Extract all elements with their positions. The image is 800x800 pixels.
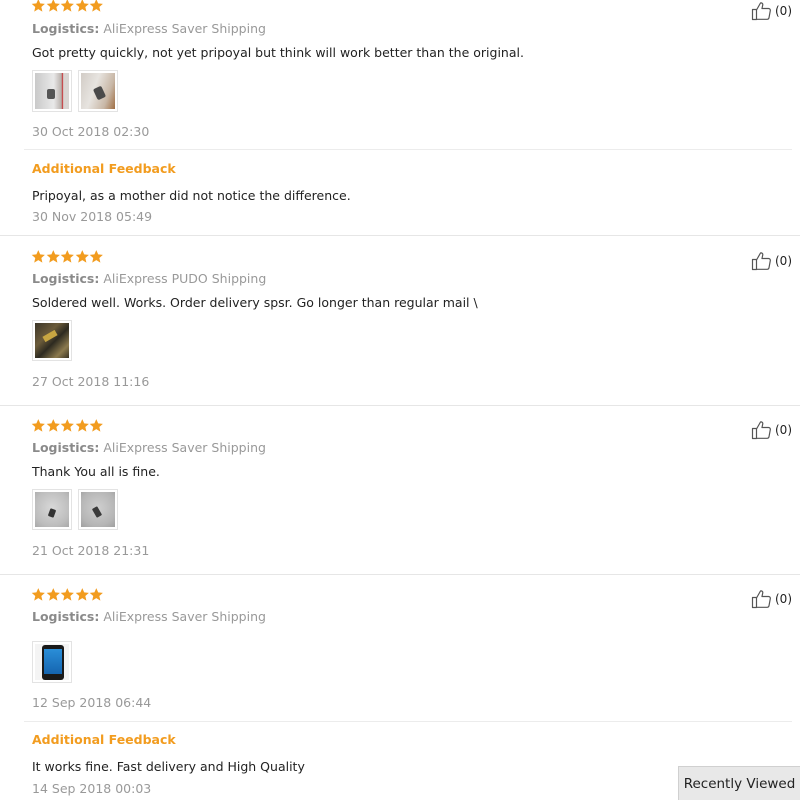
star-icon <box>90 588 104 601</box>
star-icon <box>60 250 75 263</box>
review-photos <box>32 70 118 112</box>
star-icon <box>75 419 89 432</box>
star-icon <box>75 0 89 12</box>
logistics-value: AliExpress PUDO Shipping <box>103 271 267 286</box>
logistics-label: Logistics: <box>32 271 100 286</box>
helpful-count: (0) <box>775 4 792 18</box>
helpful-button[interactable]: (0) <box>751 420 792 440</box>
helpful-count: (0) <box>775 592 792 606</box>
logistics-info: Logistics: AliExpress Saver Shipping <box>32 609 266 624</box>
logistics-info: Logistics: AliExpress Saver Shipping <box>32 440 266 455</box>
star-icon <box>75 250 89 263</box>
review-divider <box>0 235 800 236</box>
additional-feedback-date: 14 Sep 2018 00:03 <box>32 781 152 796</box>
thumbs-up-icon <box>751 590 771 609</box>
logistics-label: Logistics: <box>32 21 100 36</box>
thumbs-up-icon <box>751 252 771 271</box>
review-divider <box>0 574 800 575</box>
logistics-info: Logistics: AliExpress Saver Shipping <box>32 21 266 36</box>
star-icon <box>46 588 60 601</box>
review-date: 30 Oct 2018 02:30 <box>32 124 150 139</box>
divider <box>24 149 792 150</box>
logistics-label: Logistics: <box>32 609 100 624</box>
logistics-info: Logistics: AliExpress PUDO Shipping <box>32 271 266 286</box>
star-icon <box>31 588 45 601</box>
recently-viewed-label: Recently Viewed <box>683 775 796 792</box>
review-divider <box>0 405 800 406</box>
star-rating <box>31 249 104 265</box>
star-icon <box>90 250 104 263</box>
additional-feedback-title: Additional Feedback <box>32 161 176 176</box>
review-date: 21 Oct 2018 21:31 <box>32 543 150 558</box>
star-icon <box>60 588 75 601</box>
additional-feedback-text: It works fine. Fast delivery and High Qu… <box>32 759 305 774</box>
review-photos <box>32 489 118 530</box>
review-date: 27 Oct 2018 11:16 <box>32 374 150 389</box>
logistics-value: AliExpress Saver Shipping <box>103 21 266 36</box>
star-icon <box>46 419 60 432</box>
star-rating <box>31 0 104 14</box>
star-icon <box>75 588 89 601</box>
review-photo[interactable] <box>78 489 118 530</box>
review-text: Got pretty quickly, not yet pripoyal but… <box>32 45 524 60</box>
thumbs-up-icon <box>751 421 771 440</box>
logistics-value: AliExpress Saver Shipping <box>103 609 266 624</box>
review-photos <box>32 320 72 361</box>
star-icon <box>31 0 45 12</box>
star-icon <box>90 0 104 12</box>
logistics-value: AliExpress Saver Shipping <box>103 440 266 455</box>
star-icon <box>46 0 60 12</box>
additional-feedback-date: 30 Nov 2018 05:49 <box>32 209 153 224</box>
helpful-count: (0) <box>775 423 792 437</box>
helpful-button[interactable]: (0) <box>751 1 792 21</box>
logistics-label: Logistics: <box>32 440 100 455</box>
helpful-button[interactable]: (0) <box>751 251 792 271</box>
review-text: Thank You all is fine. <box>32 464 160 479</box>
star-icon <box>60 0 75 12</box>
review-photos <box>32 641 72 683</box>
star-icon <box>46 250 60 263</box>
star-icon <box>31 250 45 263</box>
review-photo[interactable] <box>32 320 72 361</box>
helpful-button[interactable]: (0) <box>751 589 792 609</box>
additional-feedback-title: Additional Feedback <box>32 732 176 747</box>
review-photo[interactable] <box>32 641 72 683</box>
helpful-count: (0) <box>775 254 792 268</box>
recently-viewed-tab[interactable]: Recently Viewed <box>678 766 800 800</box>
review-date: 12 Sep 2018 06:44 <box>32 695 152 710</box>
additional-feedback-text: Pripoyal, as a mother did not notice the… <box>32 188 351 203</box>
star-icon <box>90 419 104 432</box>
star-rating <box>31 418 104 434</box>
review-photo[interactable] <box>32 489 72 530</box>
thumbs-up-icon <box>751 2 771 21</box>
divider <box>24 721 792 722</box>
star-icon <box>31 419 45 432</box>
star-icon <box>60 419 75 432</box>
review-photo[interactable] <box>78 70 118 112</box>
star-rating <box>31 587 104 603</box>
review-photo[interactable] <box>32 70 72 112</box>
review-text: Soldered well. Works. Order delivery sps… <box>32 295 478 310</box>
